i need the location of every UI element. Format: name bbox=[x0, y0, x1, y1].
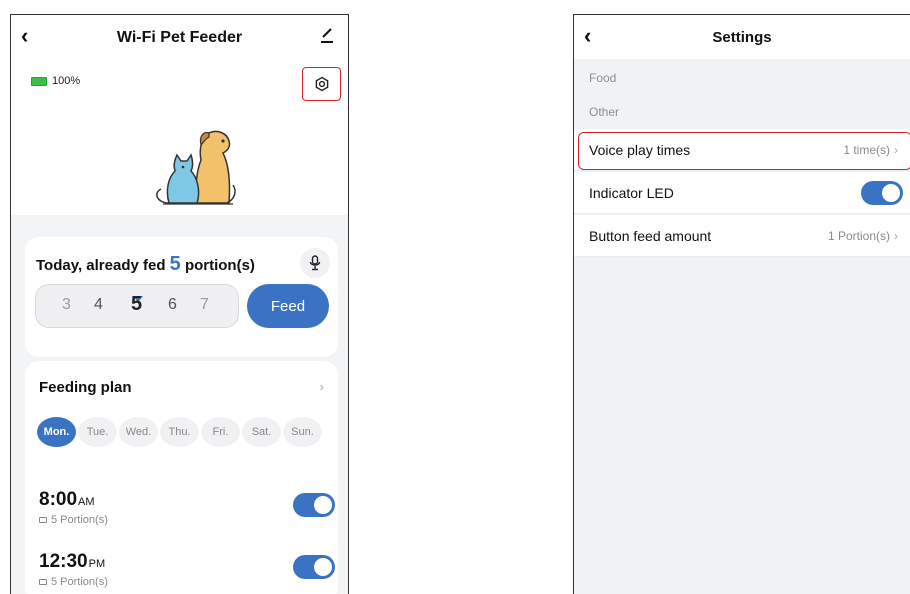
plan-time: 8:00AM bbox=[39, 489, 329, 511]
section-label-other: Other bbox=[589, 105, 620, 119]
day-tab-sat[interactable]: Sat. bbox=[242, 417, 281, 447]
highlight-box bbox=[578, 132, 910, 170]
settings-button[interactable] bbox=[302, 67, 341, 101]
portion-picker[interactable]: 3 4 5 6 7 bbox=[35, 284, 239, 328]
plan-time-value: 8:00 bbox=[39, 489, 78, 510]
row-value-text: 1 Portion(s) bbox=[827, 229, 890, 243]
battery-status: 100% bbox=[31, 75, 80, 87]
settings-screen: ‹ Settings Food Other Voice play times 1… bbox=[573, 14, 910, 594]
plan-portion: 5 Portion(s) bbox=[39, 514, 329, 526]
row-label: Button feed amount bbox=[589, 228, 712, 244]
feeding-plan-card[interactable]: Feeding plan › Mon. Tue. Wed. Thu. Fri. … bbox=[25, 361, 338, 594]
picker-option-selected[interactable]: 5 bbox=[131, 293, 142, 316]
plan-time: 12:30PM bbox=[39, 551, 329, 573]
chevron-right-icon: › bbox=[894, 229, 898, 243]
picker-option[interactable]: 7 bbox=[200, 296, 209, 314]
plan-portion-value: 5 Portion(s) bbox=[51, 576, 108, 588]
fed-count: 5 bbox=[169, 253, 181, 275]
gear-icon bbox=[315, 76, 328, 92]
indicator-led-toggle[interactable] bbox=[861, 181, 903, 205]
voice-record-button[interactable] bbox=[300, 248, 330, 278]
pencil-icon[interactable] bbox=[320, 27, 334, 43]
pet-illustration bbox=[156, 130, 236, 205]
battery-level: 100% bbox=[52, 75, 81, 87]
page-title: Wi-Fi Pet Feeder bbox=[116, 29, 243, 46]
day-selector: Mon. Tue. Wed. Thu. Fri. Sat. Sun. bbox=[37, 417, 322, 447]
pet-feeder-screen: ‹ Wi-Fi Pet Feeder 100% Today, already f… bbox=[10, 14, 349, 594]
plan-toggle[interactable] bbox=[293, 493, 335, 517]
plan-ampm: AM bbox=[78, 496, 95, 508]
fed-suffix: portion(s) bbox=[180, 257, 255, 274]
day-tab-sun[interactable]: Sun. bbox=[283, 417, 322, 447]
day-tab-wed[interactable]: Wed. bbox=[119, 417, 158, 447]
day-tab-mon[interactable]: Mon. bbox=[37, 417, 76, 447]
fed-prefix: Today, already fed bbox=[36, 257, 170, 274]
feed-button[interactable]: Feed bbox=[247, 284, 329, 328]
plan-toggle[interactable] bbox=[293, 555, 335, 579]
plan-portion-value: 5 Portion(s) bbox=[51, 514, 108, 526]
plan-portion: 5 Portion(s) bbox=[39, 576, 329, 588]
picker-option[interactable]: 3 bbox=[62, 296, 71, 314]
bowl-icon bbox=[39, 579, 47, 585]
plan-title: Feeding plan bbox=[39, 379, 132, 396]
day-tab-tue[interactable]: Tue. bbox=[78, 417, 117, 447]
picker-option[interactable]: 6 bbox=[168, 296, 177, 314]
plan-time-value: 12:30 bbox=[39, 551, 88, 572]
battery-icon bbox=[31, 76, 47, 86]
fed-summary: Today, already fed 5 portion(s) bbox=[36, 253, 255, 276]
picker-option[interactable]: 4 bbox=[94, 296, 103, 314]
page-title: Settings bbox=[712, 29, 772, 46]
today-feed-card: Today, already fed 5 portion(s) 3 4 5 6 … bbox=[25, 237, 338, 357]
settings-header: ‹ Settings bbox=[574, 15, 910, 59]
day-tab-fri[interactable]: Fri. bbox=[201, 417, 240, 447]
chevron-right-icon[interactable]: › bbox=[320, 379, 324, 394]
section-label-food: Food bbox=[589, 71, 617, 85]
microphone-icon bbox=[309, 255, 321, 271]
indicator-led-row: Indicator LED bbox=[574, 172, 910, 214]
row-value: 1 Portion(s) › bbox=[828, 229, 898, 243]
button-feed-amount-row[interactable]: Button feed amount 1 Portion(s) › bbox=[574, 215, 910, 257]
plan-item: 12:30PM 5 Portion(s) bbox=[39, 551, 329, 588]
bowl-icon bbox=[39, 517, 47, 523]
plan-ampm: PM bbox=[88, 558, 106, 570]
day-tab-thu[interactable]: Thu. bbox=[160, 417, 199, 447]
row-label: Indicator LED bbox=[589, 185, 674, 201]
feeder-header: ‹ Wi-Fi Pet Feeder 100% bbox=[11, 15, 348, 215]
plan-item: 8:00AM 5 Portion(s) bbox=[39, 489, 329, 526]
